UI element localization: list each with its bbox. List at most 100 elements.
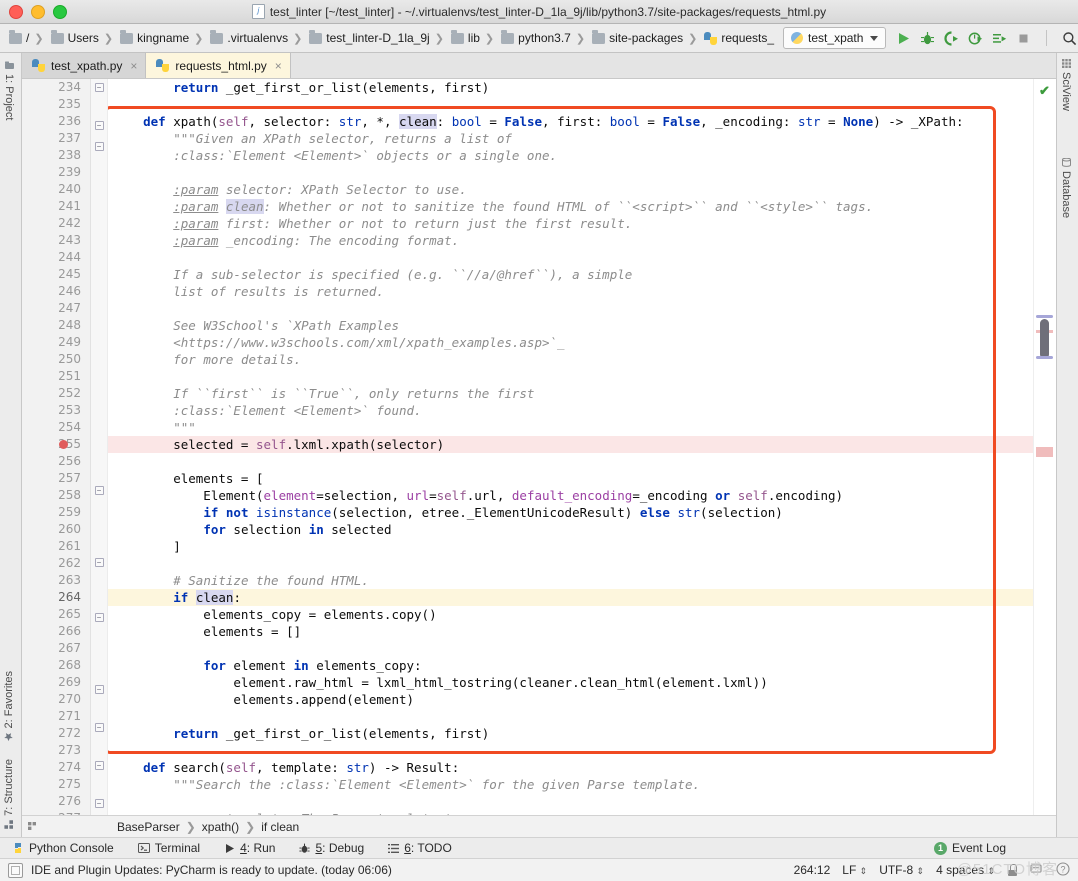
breadcrumb-class[interactable]: BaseParser [117,820,180,834]
maximize-window-button[interactable] [53,4,67,19]
breadcrumb-python37[interactable]: python3.7 ❯ [498,28,589,48]
run-button[interactable] [896,31,911,46]
code-line[interactable]: for more details. [108,351,1033,368]
fold-cell[interactable]: − [91,142,107,159]
fold-toggle-icon[interactable]: − [94,486,104,495]
code-line[interactable]: See W3School's `XPath Examples [108,317,1033,334]
code-line[interactable] [108,249,1033,266]
fold-cell[interactable]: − [91,486,107,503]
code-line[interactable]: elements.append(element) [108,691,1033,708]
code-line[interactable]: list of results is returned. [108,283,1033,300]
code-line[interactable]: :class:`Element <Element>` objects or a … [108,147,1033,164]
editor-scrollbar-thumb[interactable] [1040,319,1049,359]
breadcrumb-virtualenvs[interactable]: .virtualenvs ❯ [207,28,306,48]
encoding-selector[interactable]: UTF-8 ⇕ [879,863,924,877]
sidebar-item-project[interactable]: 1: Project [3,61,15,120]
fold-cell[interactable]: − [91,685,107,702]
code-line[interactable]: :param template: The Parse template to u… [108,810,1033,815]
code-line[interactable]: selected = self.lxml.xpath(selector) [108,436,1033,453]
fold-cell[interactable]: − [91,558,107,575]
breadcrumb-test-linter-env[interactable]: test_linter-D_1la_9j ❯ [306,28,448,48]
code-text-area[interactable]: return _get_first_or_list(elements, firs… [108,79,1033,815]
sidebar-item-favorites[interactable]: 2: Favorites [3,671,15,741]
code-line[interactable] [108,300,1033,317]
fold-cell[interactable]: − [91,613,107,630]
code-line[interactable]: If a sub-selector is specified (e.g. ``/… [108,266,1033,283]
code-line[interactable]: Element(element=selection, url=self.url,… [108,487,1033,504]
code-line[interactable] [108,742,1033,759]
code-line[interactable]: elements = [ [108,470,1033,487]
code-line[interactable]: elements = [] [108,623,1033,640]
code-line[interactable]: :param first: Whether or not to return j… [108,215,1033,232]
code-line[interactable]: :class:`Element <Element>` found. [108,402,1033,419]
minimize-window-button[interactable] [31,4,45,19]
fold-toggle-icon[interactable]: − [94,799,104,808]
caret-position[interactable]: 264:12 [794,863,831,877]
fold-toggle-icon[interactable]: − [94,613,104,622]
run-with-console-button[interactable] [992,31,1007,46]
code-line[interactable]: """ [108,419,1033,436]
code-line[interactable] [108,368,1033,385]
breadcrumb-kingname[interactable]: kingname ❯ [117,28,207,48]
code-line[interactable]: element.raw_html = lxml_html_tostring(cl… [108,674,1033,691]
window-controls[interactable] [0,4,67,19]
lock-icon[interactable] [1007,864,1018,876]
code-line[interactable] [108,96,1033,113]
stop-button[interactable] [1016,31,1031,46]
fold-toggle-icon[interactable]: − [94,558,104,567]
code-line[interactable]: # Sanitize the found HTML. [108,572,1033,589]
tab-test-xpath-py[interactable]: test_xpath.py × [22,53,147,78]
close-icon[interactable]: × [130,59,137,73]
code-line[interactable] [108,708,1033,725]
tool-window-terminal[interactable]: Terminal [126,841,212,855]
line-separator-selector[interactable]: LF ⇕ [842,863,867,877]
tool-window-python-console[interactable]: Python Console [0,841,126,855]
breadcrumb-requests-html[interactable]: requests_ [701,28,777,48]
fold-toggle-icon[interactable]: − [94,761,104,770]
code-line[interactable] [108,793,1033,810]
profile-button[interactable] [968,31,983,46]
tool-window-todo[interactable]: 6: TODO [376,841,464,855]
code-line[interactable]: def xpath(self, selector: str, *, clean:… [108,113,1033,130]
code-line[interactable] [108,453,1033,470]
code-line[interactable]: if not isinstance(selection, etree._Elem… [108,504,1033,521]
fold-toggle-icon[interactable]: − [94,83,104,92]
code-line[interactable]: """Given an XPath selector, returns a li… [108,130,1033,147]
indent-selector[interactable]: 4 spaces ⇕ [936,863,995,877]
sidebar-item-sciview[interactable]: SciView [1060,59,1072,111]
code-line[interactable]: :param selector: XPath Selector to use. [108,181,1033,198]
close-window-button[interactable] [9,4,23,19]
tab-requests-html-py[interactable]: requests_html.py × [146,53,291,78]
code-line[interactable]: """Search the :class:`Element <Element>`… [108,776,1033,793]
fold-cell[interactable]: − [91,761,107,778]
status-message[interactable]: IDE and Plugin Updates: PyCharm is ready… [0,862,392,878]
breadcrumb-lib[interactable]: lib ❯ [448,28,498,48]
breadcrumb-site-packages[interactable]: site-packages ❯ [589,28,701,48]
breadcrumb-users[interactable]: Users ❯ [48,28,118,48]
code-line[interactable] [108,640,1033,657]
fold-toggle-icon[interactable]: − [94,723,104,732]
code-line[interactable]: :param _encoding: The encoding format. [108,232,1033,249]
code-line[interactable]: return _get_first_or_list(elements, firs… [108,725,1033,742]
code-line[interactable] [108,164,1033,181]
tool-window-run[interactable]: 4: Run [212,841,287,855]
fold-cell[interactable]: − [91,799,107,815]
code-line[interactable]: elements_copy = elements.copy() [108,606,1033,623]
fold-toggle-icon[interactable]: − [94,685,104,694]
code-line[interactable]: If ``first`` is ``True``, only returns t… [108,385,1033,402]
code-line[interactable] [108,555,1033,572]
code-line[interactable]: return _get_first_or_list(elements, firs… [108,79,1033,96]
code-line[interactable]: ] [108,538,1033,555]
breadcrumb-root[interactable]: / ❯ [6,28,48,48]
breakpoint-marker[interactable] [59,440,68,449]
fold-cell[interactable]: − [91,83,107,100]
help-icon[interactable]: ? [1056,861,1070,879]
debug-button[interactable] [920,31,935,46]
breadcrumb-method[interactable]: xpath() [202,820,239,834]
breadcrumb-statement[interactable]: if clean [261,820,299,834]
code-editor[interactable]: 234 235 236 237 238 239 240 241 242 243 244 245 246 2… [22,79,1056,815]
fold-toggle-icon[interactable]: − [94,142,104,151]
vcs-icon[interactable] [1030,862,1044,878]
editor-marker-strip[interactable]: ✔ [1033,79,1056,815]
sidebar-item-structure[interactable]: 7: Structure [3,759,15,829]
